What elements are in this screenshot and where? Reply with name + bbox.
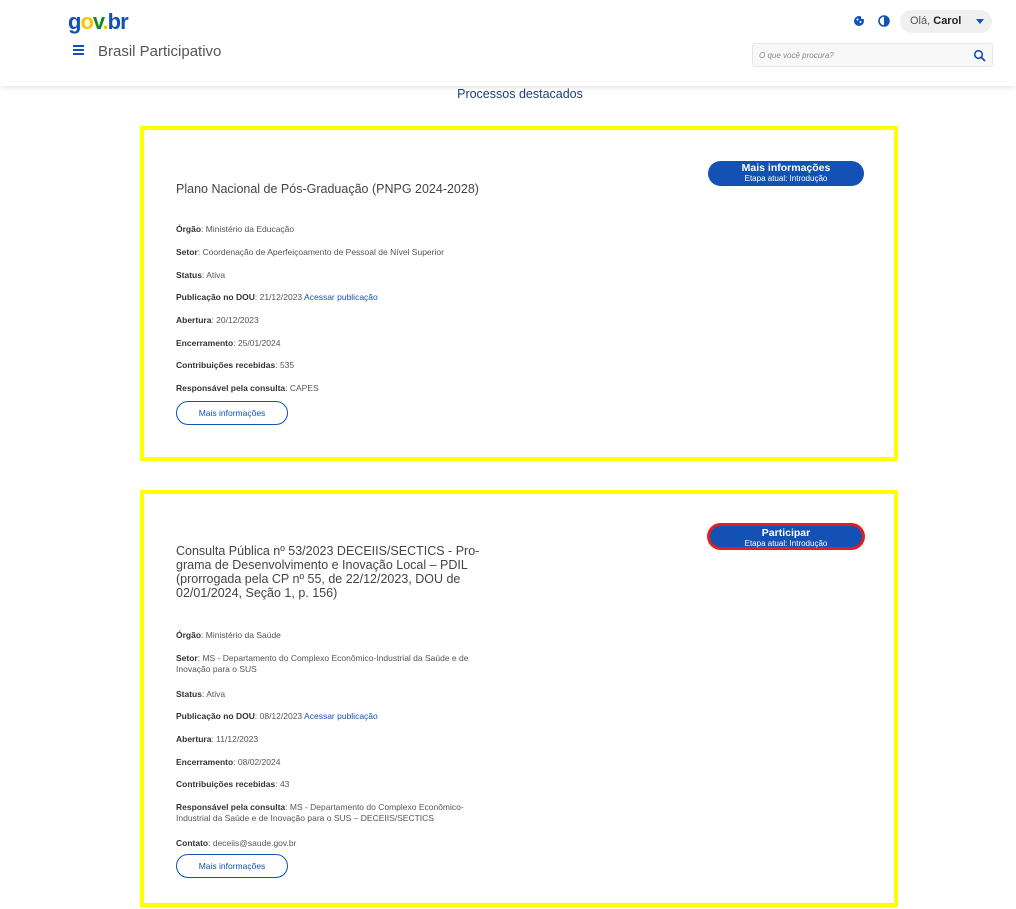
field-orgao: Órgão: Ministério da Educação <box>176 224 295 234</box>
field-encerramento: Encerramento: 25/01/2024 <box>176 338 281 348</box>
process-title: Plano Nacional de Pós-Graduação (PNPG 20… <box>176 182 479 196</box>
field-contribuicoes: Contribuições recebidas: 43 <box>176 779 290 789</box>
action-label: Participar <box>761 527 811 539</box>
field-contribuicoes: Contribuições recebidas: 535 <box>176 360 295 370</box>
publication-link[interactable]: Acessar publicação <box>304 711 378 721</box>
field-setor: Setor: MS - Departamento do Complexo Eco… <box>176 653 469 674</box>
field-contato: Contato: deceiis@saude.gov.br <box>176 838 297 848</box>
participate-button[interactable]: Participar Etapa atual: Introdução <box>708 524 864 549</box>
field-encerramento: Encerramento: 08/02/2024 <box>176 757 281 767</box>
action-label: Mais informações <box>741 162 831 174</box>
site-header: gov.br Brasil Participativo Olá, Carol <box>0 0 1016 86</box>
field-orgao: Órgão: Ministério da Saúde <box>176 630 281 640</box>
section-title: Processos destacados <box>457 87 583 101</box>
process-title: Consulta Pública nº 53/2023 DECEIIS/SECT… <box>176 544 480 600</box>
field-abertura: Abertura: 11/12/2023 <box>176 734 259 744</box>
more-info-button[interactable]: Mais informações <box>176 854 288 878</box>
field-responsavel: Responsável pela consulta: CAPES <box>176 383 319 393</box>
caret-down-icon <box>976 19 984 24</box>
site-title[interactable]: Brasil Participativo <box>98 43 221 60</box>
contrast-icon[interactable] <box>876 13 892 29</box>
process-card: Consulta Pública nº 53/2023 DECEIIS/SECT… <box>140 490 898 907</box>
search-icon[interactable] <box>973 49 986 62</box>
field-status: Status: Ativa <box>176 270 226 280</box>
field-publicacao: Publicação no DOU: 21/12/2023 Acessar pu… <box>176 292 378 302</box>
process-card: Plano Nacional de Pós-Graduação (PNPG 20… <box>140 126 898 461</box>
field-responsavel: Responsável pela consulta: MS - Departam… <box>176 802 464 823</box>
field-status: Status: Ativa <box>176 689 226 699</box>
user-menu-button[interactable]: Olá, Carol <box>900 10 992 33</box>
user-name: Carol <box>933 15 962 27</box>
govbr-logo[interactable]: gov.br <box>68 9 129 35</box>
publication-link[interactable]: Acessar publicação <box>304 292 378 302</box>
field-abertura: Abertura: 20/12/2023 <box>176 315 259 325</box>
hamburger-menu-icon[interactable] <box>73 45 84 57</box>
user-greeting: Olá, <box>910 15 931 27</box>
action-stage: Etapa atual: Introdução <box>744 539 828 548</box>
cookie-icon[interactable] <box>851 13 867 29</box>
action-stage: Etapa atual: Introdução <box>744 174 828 183</box>
field-publicacao: Publicação no DOU: 08/12/2023 Acessar pu… <box>176 711 378 721</box>
field-setor: Setor: Coordenação de Aperfeiçoamento de… <box>176 247 444 257</box>
search-box <box>752 43 993 67</box>
more-info-button[interactable]: Mais informações <box>176 401 288 425</box>
search-input[interactable] <box>759 47 959 64</box>
process-action-button[interactable]: Mais informações Etapa atual: Introdução <box>708 161 864 186</box>
